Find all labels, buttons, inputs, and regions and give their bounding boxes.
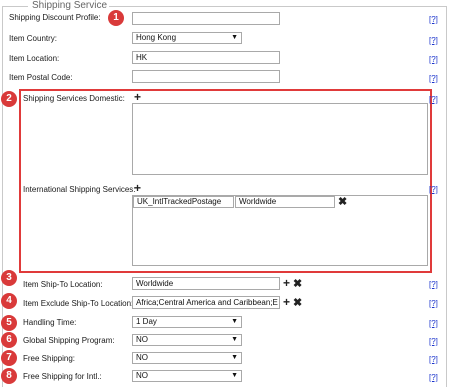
help-link-item-ship-to-location[interactable]: [?]: [429, 280, 438, 290]
free-shipping-intl-select[interactable]: NO ▼: [132, 370, 242, 382]
add-ship-to-location-icon[interactable]: +: [283, 277, 290, 289]
help-link-handling-time[interactable]: [?]: [429, 319, 438, 329]
handling-time-label: Handling Time:: [23, 318, 77, 327]
badge-5: 5: [1, 315, 17, 331]
fieldset-right-border: [446, 6, 447, 387]
badge-4: 4: [1, 293, 17, 309]
free-shipping-intl-label: Free Shipping for Intl.:: [23, 372, 102, 381]
chevron-down-icon: ▼: [231, 34, 238, 41]
international-shipping-services-label: International Shipping Services:: [23, 185, 136, 194]
free-shipping-value: NO: [136, 353, 148, 362]
free-shipping-label: Free Shipping:: [23, 354, 76, 363]
free-shipping-intl-value: NO: [136, 371, 148, 380]
fieldset-left-border: [2, 6, 3, 387]
shipping-services-domestic-label: Shipping Services Domestic:: [23, 94, 125, 103]
remove-ship-to-location-icon[interactable]: ✖: [293, 279, 302, 290]
help-link-item-location[interactable]: [?]: [429, 55, 438, 65]
help-link-international-shipping-services[interactable]: [?]: [429, 185, 438, 195]
chevron-down-icon: ▼: [231, 372, 238, 379]
item-country-label: Item Country:: [9, 34, 58, 43]
handling-time-value: 1 Day: [136, 317, 157, 326]
global-shipping-program-select[interactable]: NO ▼: [132, 334, 242, 346]
help-link-free-shipping-intl[interactable]: [?]: [429, 373, 438, 383]
section-legend: Shipping Service: [30, 0, 110, 12]
chevron-down-icon: ▼: [231, 354, 238, 361]
help-link-item-postal-code[interactable]: [?]: [429, 74, 438, 84]
handling-time-select[interactable]: 1 Day ▼: [132, 316, 242, 328]
remove-intl-service-icon[interactable]: ✖: [338, 197, 347, 208]
help-link-global-shipping-program[interactable]: [?]: [429, 337, 438, 347]
item-ship-to-location-input[interactable]: Worldwide: [132, 277, 280, 290]
free-shipping-select[interactable]: NO ▼: [132, 352, 242, 364]
item-location-label: Item Location:: [9, 54, 60, 63]
item-postal-code-label: Item Postal Code:: [9, 73, 73, 82]
domestic-services-area[interactable]: [132, 103, 428, 175]
help-link-shipping-discount-profile[interactable]: [?]: [429, 15, 438, 25]
item-postal-code-input[interactable]: [132, 70, 280, 83]
intl-service-location-cell[interactable]: Worldwide: [235, 196, 335, 208]
item-ship-to-location-label: Item Ship-To Location:: [23, 280, 103, 289]
chevron-down-icon: ▼: [231, 318, 238, 325]
add-exclude-location-icon[interactable]: +: [283, 296, 290, 308]
fieldset-top-border-left: [2, 6, 28, 7]
global-shipping-program-label: Global Shipping Program:: [23, 336, 115, 345]
global-shipping-program-value: NO: [136, 335, 148, 344]
item-location-input[interactable]: HK: [132, 51, 280, 64]
badge-3: 3: [1, 270, 17, 286]
help-link-item-country[interactable]: [?]: [429, 36, 438, 46]
badge-7: 7: [1, 350, 17, 366]
badge-6: 6: [1, 332, 17, 348]
help-link-shipping-services-domestic[interactable]: [?]: [429, 95, 438, 105]
item-exclude-ship-to-location-label: Item Exclude Ship-To Location:: [23, 299, 134, 308]
intl-service-name-cell[interactable]: UK_IntlTrackedPostage: [133, 196, 234, 208]
add-international-service-icon[interactable]: +: [134, 182, 141, 194]
shipping-discount-profile-label: Shipping Discount Profile:: [9, 13, 101, 22]
fieldset-top-border-right: [100, 6, 447, 7]
help-link-item-exclude-ship-to-location[interactable]: [?]: [429, 299, 438, 309]
item-exclude-ship-to-location-input[interactable]: Africa;Central America and Caribbean;E: [132, 296, 280, 309]
add-domestic-service-icon[interactable]: +: [134, 91, 141, 103]
shipping-discount-profile-input[interactable]: [132, 12, 280, 25]
badge-2: 2: [1, 91, 17, 107]
remove-exclude-location-icon[interactable]: ✖: [293, 298, 302, 309]
badge-8: 8: [1, 368, 17, 384]
badge-1: 1: [108, 10, 124, 26]
item-country-select[interactable]: Hong Kong ▼: [132, 32, 242, 44]
chevron-down-icon: ▼: [231, 336, 238, 343]
help-link-free-shipping[interactable]: [?]: [429, 355, 438, 365]
item-country-value: Hong Kong: [136, 33, 177, 42]
